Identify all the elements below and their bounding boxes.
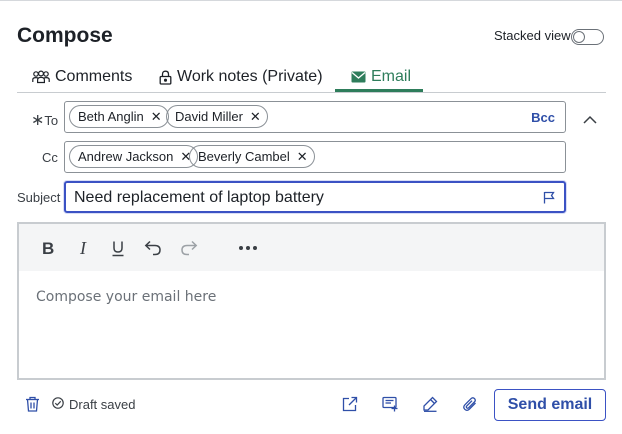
tab-label: Work notes (Private) — [177, 68, 323, 85]
compose-tabs: Comments Work notes (Private) Email — [17, 61, 606, 93]
recipient-chip[interactable]: Andrew Jackson ✕ — [69, 145, 199, 168]
editor-placeholder: Compose your email here — [36, 289, 217, 305]
page-title: Compose — [17, 24, 113, 47]
people-icon — [32, 70, 50, 84]
draft-status: Draft saved — [52, 397, 135, 412]
signature-icon[interactable] — [422, 396, 438, 417]
stacked-view-label: Stacked view — [494, 28, 571, 43]
draft-status-text: Draft saved — [69, 397, 136, 412]
bcc-button[interactable]: Bcc — [531, 110, 555, 125]
to-field-label: ∗To — [31, 110, 58, 130]
compose-panel: Compose Stacked view Comments Work notes… — [0, 0, 622, 434]
trash-icon[interactable] — [25, 396, 40, 417]
bold-icon[interactable]: B — [41, 238, 55, 258]
recipient-name: Beverly Cambel — [198, 149, 290, 164]
insert-template-icon[interactable] — [382, 396, 399, 417]
subject-input[interactable]: Need replacement of laptop battery — [64, 181, 566, 213]
required-marker: ∗ — [31, 112, 45, 129]
tab-email[interactable]: Email — [351, 67, 411, 87]
email-editor[interactable]: B I Compose your email here — [17, 222, 606, 380]
remove-recipient-icon[interactable]: ✕ — [250, 110, 261, 123]
cc-field-label: Cc — [42, 150, 58, 165]
check-circle-icon — [52, 397, 64, 412]
italic-icon[interactable]: I — [79, 238, 91, 258]
subject-field-label: Subject — [17, 190, 61, 205]
underline-icon[interactable] — [111, 238, 125, 258]
remove-recipient-icon[interactable]: ✕ — [297, 150, 308, 163]
tab-label: Comments — [55, 68, 133, 85]
tab-comments[interactable]: Comments — [32, 67, 132, 87]
svg-text:B: B — [42, 240, 54, 256]
tab-label: Email — [371, 68, 412, 85]
cc-field[interactable]: Andrew Jackson ✕ Beverly Cambel ✕ — [64, 141, 566, 173]
to-field[interactable]: Beth Anglin ✕ David Miller ✕ Bcc — [64, 101, 566, 133]
subject-value: Need replacement of laptop battery — [74, 189, 324, 206]
recipient-chip[interactable]: Beth Anglin ✕ — [69, 105, 169, 128]
redo-icon[interactable] — [180, 238, 198, 258]
recipient-chip[interactable]: David Miller ✕ — [166, 105, 268, 128]
recipient-name: Andrew Jackson — [78, 149, 174, 164]
paperclip-icon[interactable] — [462, 396, 478, 417]
recipient-chip[interactable]: Beverly Cambel ✕ — [189, 145, 315, 168]
active-tab-indicator — [335, 89, 423, 92]
recipient-name: David Miller — [175, 109, 243, 124]
remove-recipient-icon[interactable]: ✕ — [151, 110, 162, 123]
envelope-icon — [351, 71, 366, 83]
flag-icon[interactable] — [543, 191, 555, 209]
recipient-name: Beth Anglin — [78, 109, 144, 124]
stacked-view-toggle[interactable] — [571, 29, 604, 45]
more-icon[interactable] — [238, 238, 258, 258]
tab-work-notes[interactable]: Work notes (Private) — [159, 67, 323, 87]
svg-text:I: I — [79, 240, 87, 256]
send-email-button[interactable]: Send email — [494, 389, 606, 421]
toggle-knob — [573, 31, 585, 43]
lock-icon — [159, 70, 172, 85]
undo-icon[interactable] — [144, 238, 162, 258]
chevron-up-icon[interactable] — [583, 111, 597, 129]
to-label-text: To — [44, 113, 59, 128]
editor-toolbar: B I — [19, 224, 604, 271]
open-external-icon[interactable] — [342, 396, 358, 417]
